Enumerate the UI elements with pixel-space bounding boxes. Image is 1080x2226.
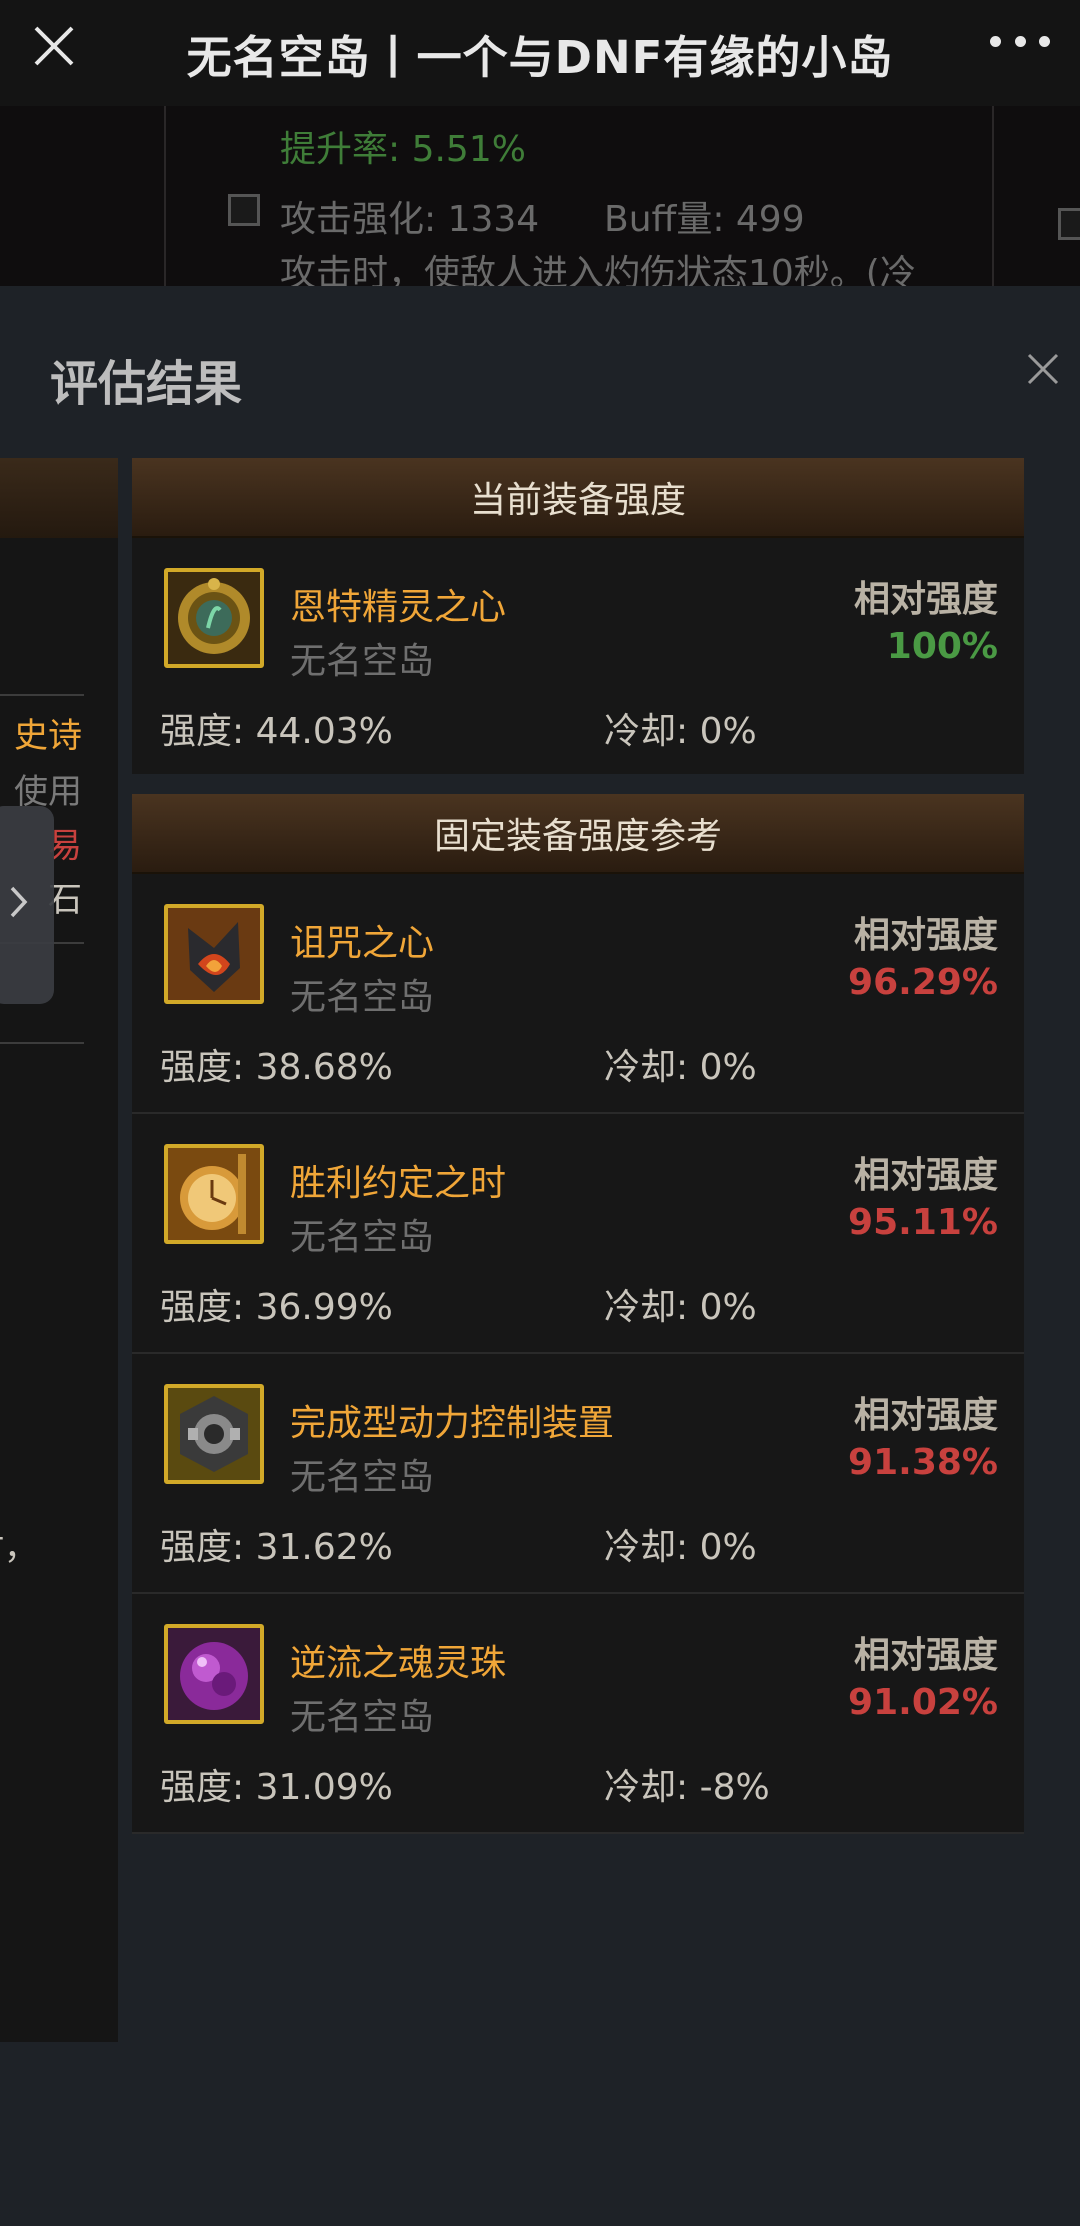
equipment-name: 诅咒之心 <box>290 923 435 964</box>
strength-value: 强度: 36.99% <box>160 1287 393 1328</box>
improvement-rate-text: 提升率: 5.51% <box>280 129 526 170</box>
equipment-name: 胜利约定之时 <box>290 1163 507 1204</box>
page-title: 无名空岛丨一个与DNF有缘的小岛 <box>186 30 894 84</box>
relative-strength-value: 100% <box>886 626 998 667</box>
left-panel: 史诗 使用 易 石 时， <box>0 458 118 2042</box>
victory-pocket-watch-icon <box>164 1144 264 1244</box>
strength-value: 强度: 31.62% <box>160 1527 393 1568</box>
equipment-source: 无名空岛 <box>290 1457 435 1498</box>
relative-strength-label: 相对强度 <box>853 1395 998 1436</box>
relative-strength-label: 相对强度 <box>853 1635 998 1676</box>
power-control-device-icon <box>164 1384 264 1484</box>
cursed-heart-icon <box>164 904 264 1004</box>
modal-close-icon[interactable] <box>1026 352 1060 386</box>
cooldown-value: 冷却: 0% <box>604 1287 757 1328</box>
equipment-name: 完成型动力控制装置 <box>290 1403 615 1444</box>
equipment-name: 恩特精灵之心 <box>290 587 507 628</box>
cooldown-value: 冷却: -8% <box>604 1767 770 1808</box>
strength-value: 强度: 44.03% <box>160 711 393 752</box>
countercurrent-soul-orb-icon <box>164 1624 264 1724</box>
cooldown-value: 冷却: 0% <box>604 1047 757 1088</box>
cooldown-value: 冷却: 0% <box>604 711 757 752</box>
modal-title: 评估结果 <box>50 356 243 412</box>
equipment-source: 无名空岛 <box>290 641 435 682</box>
equipment-row[interactable]: 恩特精灵之心 无名空岛 相对强度 100% 强度: 44.03% 冷却: 0% <box>132 538 1024 774</box>
strength-value: 强度: 38.68% <box>160 1047 393 1088</box>
evaluation-modal: 评估结果 史诗 使用 易 石 时， 当前装备强度 <box>0 286 1080 2226</box>
equipment-source: 无名空岛 <box>290 977 435 1018</box>
current-equipment-panel: 当前装备强度 恩特精灵之心 无名空岛 相对强度 100% 强度: 44.03% … <box>132 458 1024 774</box>
cooldown-value: 冷却: 0% <box>604 1527 757 1568</box>
reference-equipment-header: 固定装备强度参考 <box>132 794 1024 874</box>
equipment-row[interactable]: 诅咒之心 无名空岛 相对强度 96.29% 强度: 38.68% 冷却: 0% <box>132 874 1024 1114</box>
left-panel-header <box>0 458 118 538</box>
relative-strength-value: 91.38% <box>848 1442 998 1483</box>
equipment-checkbox-right[interactable] <box>1058 208 1080 240</box>
equipment-source: 无名空岛 <box>290 1217 435 1258</box>
relative-strength-value: 96.29% <box>848 962 998 1003</box>
reference-equipment-panel: 固定装备强度参考 诅咒之心 无名空岛 相对强度 96.29% 强度: 38.68… <box>132 794 1024 1834</box>
chevron-right-icon <box>10 886 28 918</box>
relative-strength-label: 相对强度 <box>853 1155 998 1196</box>
side-expand-handle[interactable] <box>0 806 54 1004</box>
relative-strength-value: 95.11% <box>848 1202 998 1243</box>
more-options-icon[interactable] <box>990 24 1050 58</box>
left-panel-text-5: 时， <box>0 1528 38 1568</box>
relative-strength-value: 91.02% <box>848 1682 998 1723</box>
current-equipment-header: 当前装备强度 <box>132 458 1024 538</box>
attack-enhance-text: 攻击强化: 1334 <box>280 199 540 240</box>
left-panel-text-1: 史诗 <box>14 716 82 756</box>
equipment-description: 攻击时，使敌人进入灼伤状态10秒。(冷 <box>280 253 916 286</box>
equipment-row[interactable]: 胜利约定之时 无名空岛 相对强度 95.11% 强度: 36.99% 冷却: 0… <box>132 1114 1024 1354</box>
relative-strength-label: 相对强度 <box>853 579 998 620</box>
equipment-name: 逆流之魂灵珠 <box>290 1643 507 1684</box>
background-page: 提升率: 5.51% 攻击强化: 1334 Buff量: 499 攻击时，使敌人… <box>0 106 1080 286</box>
navigation-bar: 无名空岛丨一个与DNF有缘的小岛 <box>0 0 1080 106</box>
entei-spirit-heart-icon <box>164 568 264 668</box>
equipment-row[interactable]: 逆流之魂灵珠 无名空岛 相对强度 91.02% 强度: 31.09% 冷却: -… <box>132 1594 1024 1834</box>
strength-value: 强度: 31.09% <box>160 1767 393 1808</box>
buff-amount-text: Buff量: 499 <box>604 199 805 240</box>
equipment-source: 无名空岛 <box>290 1697 435 1738</box>
equipment-checkbox[interactable] <box>228 194 260 226</box>
close-icon[interactable] <box>30 22 78 70</box>
equipment-row[interactable]: 完成型动力控制装置 无名空岛 相对强度 91.38% 强度: 31.62% 冷却… <box>132 1354 1024 1594</box>
app-root: 无名空岛丨一个与DNF有缘的小岛 提升率: 5.51% 攻击强化: 1334 B… <box>0 0 1080 2226</box>
relative-strength-label: 相对强度 <box>853 915 998 956</box>
